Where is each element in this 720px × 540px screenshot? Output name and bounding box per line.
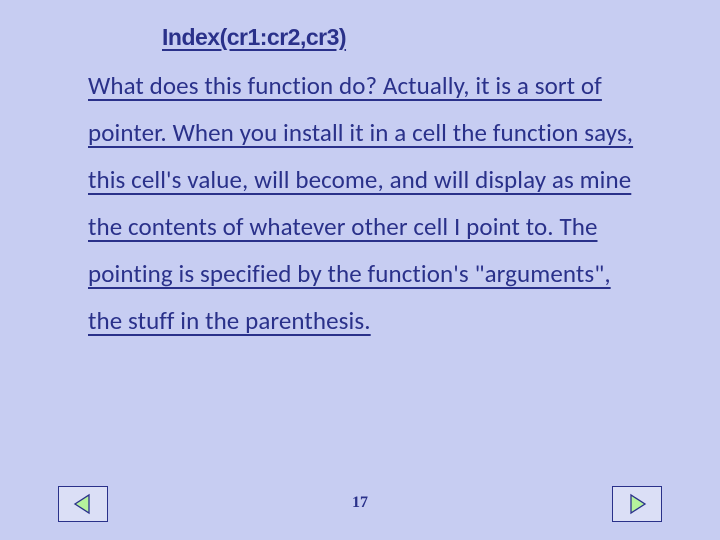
next-slide-button[interactable]: [612, 486, 662, 522]
slide: Index(cr1:cr2,cr3) What does this functi…: [0, 0, 720, 540]
triangle-right-icon: [626, 493, 648, 515]
slide-title: Index(cr1:cr2,cr3): [162, 24, 346, 51]
triangle-left-icon: [72, 493, 94, 515]
slide-body-text: What does this function do? Actually, it…: [88, 62, 648, 344]
previous-slide-button[interactable]: [58, 486, 108, 522]
